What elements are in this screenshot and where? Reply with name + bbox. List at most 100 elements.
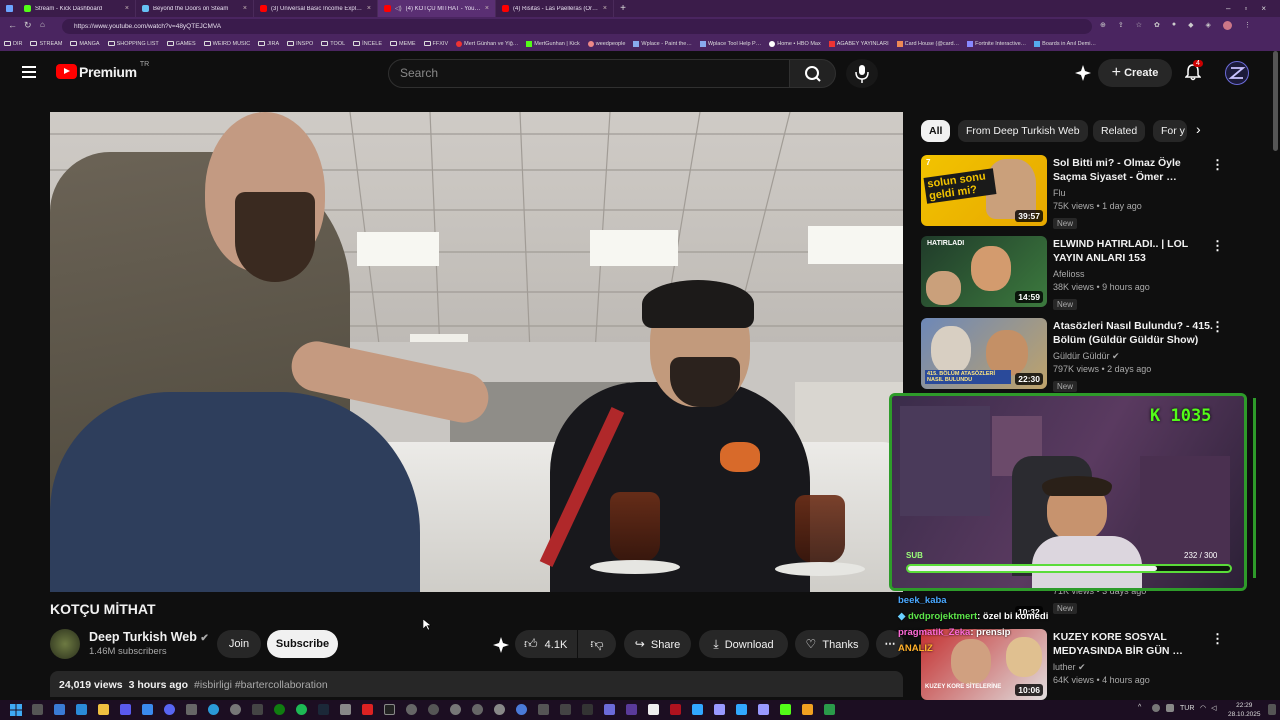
bookmark-item[interactable]: DIR xyxy=(4,41,22,47)
browser-menu-icon[interactable] xyxy=(0,0,18,17)
hashtags[interactable]: #isbirligi #bartercollaboration xyxy=(194,679,328,691)
bookmark-item[interactable]: Mert Günhan ve Yiğ… xyxy=(456,40,518,47)
windows-start-icon[interactable] xyxy=(10,704,22,716)
chip-all[interactable]: All xyxy=(921,120,951,142)
zoom-icon[interactable]: ⊕ xyxy=(1100,21,1106,30)
search-input[interactable]: Search xyxy=(388,59,790,88)
bookmark-item[interactable]: GAMES xyxy=(166,41,196,47)
home-icon[interactable]: ⌂ xyxy=(40,20,45,29)
bookmark-item[interactable]: FFXIV xyxy=(423,41,448,47)
app-icon[interactable] xyxy=(384,704,395,715)
more-options-icon[interactable]: ⋮ xyxy=(1211,157,1224,173)
app-icon[interactable] xyxy=(604,704,615,715)
bookmark-item[interactable]: İNCELE xyxy=(353,41,382,47)
mail-icon[interactable] xyxy=(76,704,87,715)
share-page-icon[interactable]: ⇪ xyxy=(1118,21,1124,30)
after-effects-icon[interactable] xyxy=(714,704,725,715)
hamburger-menu-icon[interactable] xyxy=(22,66,36,78)
back-icon[interactable]: ← xyxy=(8,20,17,30)
dislike-button[interactable]: 👎︎ xyxy=(578,630,616,658)
join-button[interactable]: Join xyxy=(217,630,261,658)
app-icon[interactable] xyxy=(428,704,439,715)
photoshop-icon[interactable] xyxy=(692,704,703,715)
bookmark-item[interactable]: MertGunhan | Kick xyxy=(526,40,580,47)
wifi-icon[interactable]: ◠ xyxy=(1200,704,1206,712)
profile-avatar[interactable] xyxy=(1222,21,1232,30)
notification-center-icon[interactable] xyxy=(1268,704,1276,715)
app-icon[interactable] xyxy=(516,704,527,715)
more-options-icon[interactable]: ⋮ xyxy=(1211,238,1224,254)
tab-kick-dashboard[interactable]: Stream - Kick Dashboard × xyxy=(18,0,136,17)
recommendation-info[interactable]: KUZEY KORE SOSYAL MEDYASINDA BİR GÜN … l… xyxy=(1053,630,1213,687)
recommendation-info[interactable]: ELWIND HATIRLADI.. | LOL YAYIN ANLARI 15… xyxy=(1053,237,1213,312)
spotify-icon[interactable] xyxy=(296,704,307,715)
widgets-icon[interactable] xyxy=(54,704,65,715)
recommendation-info[interactable]: Atasözleri Nasıl Bulundu? - 415. Bölüm (… xyxy=(1053,319,1213,394)
video-player[interactable] xyxy=(50,112,903,592)
bookmark-star-icon[interactable]: ☆ xyxy=(1136,21,1142,30)
youtube-premium-logo[interactable]: Premium TR xyxy=(56,61,149,80)
close-icon[interactable]: × xyxy=(367,5,371,12)
bookmark-item[interactable]: SHOPPING LIST xyxy=(107,41,159,47)
chip-from-channel[interactable]: From Deep Turkish Web xyxy=(958,120,1088,142)
recommendation-thumbnail[interactable]: 415. BÖLÜM ATASÖZLERİ NASIL BULUNDU 22:3… xyxy=(921,318,1047,389)
bookmark-item[interactable]: weedpeople xyxy=(587,40,625,47)
recommendation-thumbnail[interactable]: HATIRLADI 14:59 xyxy=(921,236,1047,307)
scrollbar-thumb[interactable] xyxy=(1273,51,1278,151)
recommendation-info[interactable]: Sol Bitti mi? - Olmaz Öyle Saçma Siyaset… xyxy=(1053,156,1213,231)
download-button[interactable]: ⤓ Download xyxy=(699,630,788,658)
bookmark-item[interactable]: AGABEY YAYINLARI xyxy=(828,40,889,47)
new-tab-button[interactable]: + xyxy=(614,3,632,14)
channel-name[interactable]: Deep Turkish Web ✔ xyxy=(89,630,209,644)
minimize-icon[interactable]: – xyxy=(1226,4,1230,13)
channel-avatar[interactable] xyxy=(50,629,80,659)
obs-icon[interactable] xyxy=(406,704,417,715)
more-options-icon[interactable]: ⋮ xyxy=(1211,631,1224,647)
tab-universal-basic-income[interactable]: (3) Universal Basic Income Explai… × xyxy=(254,0,378,17)
steam-icon[interactable] xyxy=(318,704,329,715)
url-field[interactable]: https://www.youtube.com/watch?v=48yQTEJC… xyxy=(62,19,1092,34)
tray-app-icon[interactable] xyxy=(1166,704,1174,712)
subscribe-button[interactable]: Subscribe xyxy=(267,630,338,658)
file-explorer-icon[interactable] xyxy=(98,704,109,715)
speaker-icon[interactable]: ◁) xyxy=(395,5,402,12)
app-icon[interactable] xyxy=(538,704,549,715)
bookmark-item[interactable]: MANGA xyxy=(70,41,100,47)
system-tray-chevron-icon[interactable]: ^ xyxy=(1138,704,1141,711)
app-icon[interactable] xyxy=(802,704,813,715)
recommendation-thumbnail[interactable]: 7 solun sonu geldi mi? 39:57 xyxy=(921,155,1047,226)
app-icon[interactable] xyxy=(824,704,835,715)
app-icon[interactable] xyxy=(186,704,197,715)
notifications-button[interactable]: 4 xyxy=(1184,60,1203,86)
app-icon[interactable] xyxy=(230,704,241,715)
search-button[interactable] xyxy=(789,59,836,88)
close-icon[interactable]: × xyxy=(485,5,489,12)
edge-icon[interactable] xyxy=(208,704,219,715)
wordpress-icon[interactable] xyxy=(494,704,505,715)
voice-search-button[interactable] xyxy=(846,59,878,88)
more-options-icon[interactable]: ⋮ xyxy=(1211,319,1224,335)
app-icon[interactable] xyxy=(560,704,571,715)
tray-app-icon[interactable] xyxy=(1152,704,1160,712)
tab-kotcu-mithat[interactable]: ◁) (4) KOTÇU MİTHAT - YouTu… × xyxy=(378,0,496,17)
app-icon[interactable] xyxy=(142,704,153,715)
ask-gemini-icon[interactable] xyxy=(492,636,510,654)
kick-icon[interactable] xyxy=(780,704,791,715)
netflix-icon[interactable] xyxy=(670,704,681,715)
app-icon[interactable] xyxy=(252,704,263,715)
bookmark-item[interactable]: Wplace Tool Help P… xyxy=(699,40,761,47)
clock[interactable]: 22:29 28.10.2025 xyxy=(1228,701,1261,719)
volume-icon[interactable]: ◁ xyxy=(1211,704,1216,712)
bookmark-item[interactable]: WEIRD MUSIC xyxy=(203,41,250,47)
bookmark-item[interactable]: Boards in Anıl Demi… xyxy=(1034,40,1096,47)
app-icon[interactable] xyxy=(340,704,351,715)
gemini-sparkle-icon[interactable] xyxy=(1074,64,1092,82)
bookmark-item[interactable]: MEME xyxy=(390,41,416,47)
photoshop-icon[interactable] xyxy=(736,704,747,715)
account-avatar[interactable] xyxy=(1225,61,1249,85)
extension-icon[interactable]: ◆ xyxy=(1188,21,1193,30)
keyboard-language[interactable]: TUR xyxy=(1180,705,1194,712)
extension-icon[interactable]: ● xyxy=(1172,21,1176,30)
app-icon[interactable] xyxy=(120,704,131,715)
window-close-icon[interactable]: × xyxy=(1261,4,1266,13)
